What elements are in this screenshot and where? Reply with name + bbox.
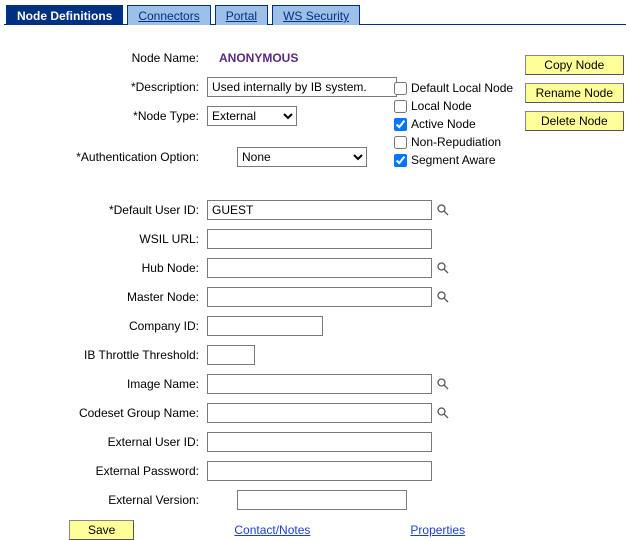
wsil-input[interactable] <box>207 229 432 249</box>
rename-node-button[interactable]: Rename Node <box>525 83 624 103</box>
cb-label: Segment Aware <box>411 153 496 167</box>
ext-pass-input[interactable] <box>207 461 432 481</box>
properties-link[interactable]: Properties <box>410 523 465 537</box>
ext-pass-label: External Password: <box>4 464 207 478</box>
segment-aware-cb[interactable] <box>394 154 407 167</box>
copy-node-button[interactable]: Copy Node <box>525 55 624 75</box>
non-repudiation-cb[interactable] <box>394 136 407 149</box>
auth-option-label: *Authentication Option: <box>4 150 207 164</box>
non-repudiation-checkbox[interactable]: Non-Repudiation <box>394 135 513 149</box>
ext-ver-input[interactable] <box>237 490 407 510</box>
node-name-label: Node Name: <box>4 51 207 65</box>
ext-ver-label: External Version: <box>4 493 207 507</box>
lookup-icon[interactable] <box>436 406 450 420</box>
cb-label: Local Node <box>411 99 472 113</box>
tab-bar: Node Definitions Connectors Portal WS Se… <box>4 4 626 25</box>
contact-notes-link[interactable]: Contact/Notes <box>234 523 310 537</box>
image-label: Image Name: <box>4 377 207 391</box>
lookup-icon[interactable] <box>436 290 450 304</box>
segment-aware-checkbox[interactable]: Segment Aware <box>394 153 513 167</box>
auth-option-select[interactable]: None <box>237 147 367 167</box>
tab-node-definitions[interactable]: Node Definitions <box>6 5 123 25</box>
description-label: *Description: <box>4 80 207 94</box>
cb-label: Non-Repudiation <box>411 135 501 149</box>
default-user-label: *Default User ID: <box>4 203 207 217</box>
wsil-label: WSIL URL: <box>4 232 207 246</box>
master-label: Master Node: <box>4 290 207 304</box>
image-input[interactable] <box>207 374 432 394</box>
node-name-value: ANONYMOUS <box>207 51 298 65</box>
local-node-checkbox[interactable]: Local Node <box>394 99 513 113</box>
description-input[interactable] <box>207 77 397 97</box>
active-node-checkbox[interactable]: Active Node <box>394 117 513 131</box>
default-local-node-checkbox[interactable]: Default Local Node <box>394 81 513 95</box>
node-type-label: *Node Type: <box>4 109 207 123</box>
local-node-cb[interactable] <box>394 100 407 113</box>
hub-label: Hub Node: <box>4 261 207 275</box>
node-type-select[interactable]: External <box>207 106 297 126</box>
checkbox-column: Default Local Node Local Node Active Nod… <box>394 81 513 167</box>
lookup-icon[interactable] <box>436 261 450 275</box>
codeset-label: Codeset Group Name: <box>4 406 207 420</box>
ext-user-label: External User ID: <box>4 435 207 449</box>
delete-node-button[interactable]: Delete Node <box>525 111 624 131</box>
cb-label: Default Local Node <box>411 81 513 95</box>
tab-ws-security[interactable]: WS Security <box>272 5 360 25</box>
company-label: Company ID: <box>4 319 207 333</box>
save-button[interactable]: Save <box>69 520 134 540</box>
cb-label: Active Node <box>411 117 476 131</box>
throttle-label: IB Throttle Threshold: <box>4 348 207 362</box>
default-local-node-cb[interactable] <box>394 82 407 95</box>
ext-user-input[interactable] <box>207 432 432 452</box>
company-input[interactable] <box>207 316 323 336</box>
tab-connectors[interactable]: Connectors <box>127 5 210 25</box>
lookup-icon[interactable] <box>436 377 450 391</box>
throttle-input[interactable] <box>207 345 255 365</box>
tab-portal[interactable]: Portal <box>215 5 268 25</box>
master-input[interactable] <box>207 287 432 307</box>
lookup-icon[interactable] <box>436 203 450 217</box>
active-node-cb[interactable] <box>394 118 407 131</box>
default-user-input[interactable] <box>207 200 432 220</box>
side-actions: Copy Node Rename Node Delete Node <box>525 55 624 131</box>
codeset-input[interactable] <box>207 403 432 423</box>
hub-input[interactable] <box>207 258 432 278</box>
